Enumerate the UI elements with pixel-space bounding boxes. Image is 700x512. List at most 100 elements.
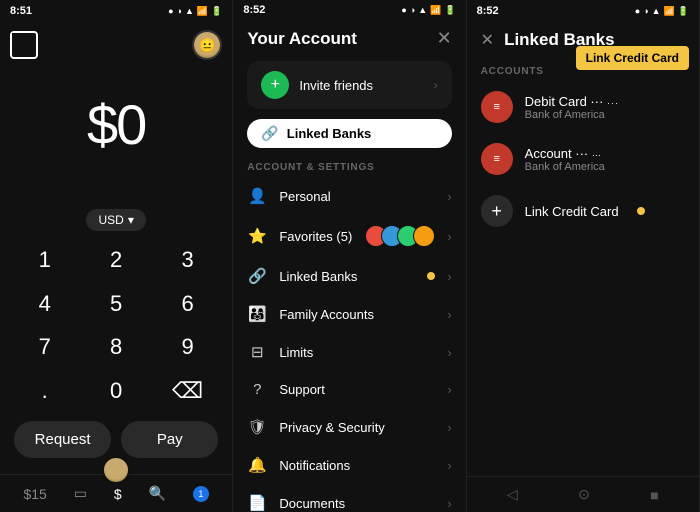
key-decimal[interactable]: . <box>10 372 79 410</box>
signal-icon: ● <box>168 6 173 16</box>
bottom-nav-3: ◁ ⊙ ■ <box>467 476 699 512</box>
support-arrow: › <box>447 382 451 397</box>
menu-linked-banks[interactable]: 🔗 Linked Banks › <box>233 257 465 295</box>
menu-limits[interactable]: ⊟ Limits › <box>233 333 465 371</box>
status-bar-2: 8:52 ● ◑ ▲ 📶 🔋 <box>233 0 465 20</box>
currency-button[interactable]: USD ▾ <box>86 209 145 231</box>
documents-arrow: › <box>447 496 451 511</box>
invite-arrow: › <box>434 78 438 92</box>
invite-card: + Invite friends › <box>247 61 451 109</box>
menu-privacy[interactable]: 🛡 Privacy & Security › <box>233 408 465 446</box>
masked-dots-1: ··· <box>607 98 619 108</box>
card-icon[interactable]: ▭ <box>74 485 87 502</box>
key-0[interactable]: 0 <box>81 372 150 410</box>
key-5[interactable]: 5 <box>81 285 150 323</box>
network-icon: 📶 <box>197 6 208 17</box>
link-cc-text: Link Credit Card <box>525 204 619 219</box>
debit-card-sub: Bank of America <box>525 109 685 121</box>
request-button[interactable]: Request <box>14 421 111 458</box>
status-icons-3: ● ◑ ▲ 📶 🔋 <box>635 6 689 17</box>
limits-label: Limits <box>279 345 435 360</box>
key-4[interactable]: 4 <box>10 285 79 323</box>
person-icon: 👤 <box>247 187 267 205</box>
panel-main: 8:51 ● ◑ ▲ 📶 🔋 😐 $0 USD ▾ <box>0 0 233 512</box>
amount-display: $0 <box>87 92 145 157</box>
status-icons-1: ● ◑ ▲ 📶 🔋 <box>168 6 222 17</box>
amount-text: $0 <box>87 93 145 156</box>
menu-support[interactable]: ? Support › <box>233 371 465 408</box>
support-label: Support <box>279 382 435 397</box>
linked-banks-label: Linked Banks <box>287 126 372 141</box>
linked-banks-pill[interactable]: 🔗 Linked Banks <box>247 119 451 148</box>
menu-personal[interactable]: 👤 Personal › <box>233 177 465 215</box>
linked-banks-menu-label: Linked Banks <box>279 269 409 284</box>
top-row: 😐 <box>10 30 222 60</box>
limits-arrow: › <box>447 345 451 360</box>
battery-icon-3: 🔋 <box>678 6 689 17</box>
location-icon-3: ▲ <box>652 6 661 16</box>
balance-display: $15 <box>23 486 46 502</box>
key-7[interactable]: 7 <box>10 328 79 366</box>
invite-text: Invite friends <box>299 78 373 93</box>
home-icon[interactable]: $ <box>114 486 122 502</box>
currency-label: USD <box>98 213 123 227</box>
battery-icon-2: 🔋 <box>444 5 455 16</box>
location-icon: ▲ <box>185 6 194 16</box>
status-time-2: 8:52 <box>243 4 265 16</box>
documents-label: Documents <box>279 496 435 511</box>
menu-favorites[interactable]: ⭐ Favorites (5) › <box>233 215 465 257</box>
network-icon-2: 📶 <box>430 5 441 16</box>
pay-button[interactable]: Pay <box>121 421 218 458</box>
back-nav-icon-3[interactable]: ◁ <box>507 486 518 503</box>
plus-icon: + <box>481 195 513 227</box>
status-bar-1: 8:51 ● ◑ ▲ 📶 🔋 <box>0 0 232 22</box>
personal-label: Personal <box>279 189 435 204</box>
profile-avatar[interactable]: 😐 <box>192 30 222 60</box>
link-cc-dot <box>637 207 645 215</box>
close-button[interactable]: ✕ <box>437 28 452 49</box>
link-credit-card-item[interactable]: + Link Credit Card <box>467 185 699 237</box>
wifi-icon: ◑ <box>177 6 182 16</box>
network-icon-3: 📶 <box>664 6 675 17</box>
menu-documents[interactable]: 📄 Documents › <box>233 484 465 512</box>
family-arrow: › <box>447 307 451 322</box>
chevron-down-icon: ▾ <box>128 213 134 227</box>
link-credit-card-callout: Link Credit Card <box>576 46 689 70</box>
limits-icon: ⊟ <box>247 343 267 361</box>
bank-logo-1: ≡ <box>493 101 499 113</box>
battery-icon: 🔋 <box>211 6 222 17</box>
linked-banks-arrow: › <box>447 269 451 284</box>
bank-logo-2: ≡ <box>493 153 499 165</box>
debit-card-item: ≡ Debit Card ··· ··· Bank of America <box>467 81 699 133</box>
menu-notifications[interactable]: 🔔 Notifications › <box>233 446 465 484</box>
key-backspace[interactable]: ⌫ <box>153 372 222 410</box>
key-6[interactable]: 6 <box>153 285 222 323</box>
key-1[interactable]: 1 <box>10 241 79 279</box>
scan-icon[interactable] <box>10 31 38 59</box>
menu-family[interactable]: 👨‍👩‍👧 Family Accounts › <box>233 295 465 333</box>
callout-text: Link Credit Card <box>586 51 679 65</box>
linked-banks-dot <box>427 272 435 280</box>
linked-banks-container: 🔗 Linked Banks <box>233 113 465 154</box>
debit-bank-icon: ≡ <box>481 91 513 123</box>
status-bar-3: 8:52 ● ◑ ▲ 📶 🔋 <box>467 0 699 22</box>
key-3[interactable]: 3 <box>153 241 222 279</box>
back-button[interactable]: ✕ <box>481 30 494 50</box>
privacy-label: Privacy & Security <box>279 420 435 435</box>
invite-icon: + <box>261 71 289 99</box>
status-time-1: 8:51 <box>10 5 32 17</box>
panel-linked-banks: 8:52 ● ◑ ▲ 📶 🔋 ✕ Linked Banks Link Credi… <box>467 0 700 512</box>
favorites-label: Favorites (5) <box>279 229 353 244</box>
key-2[interactable]: 2 <box>81 241 150 279</box>
home-nav-icon-3[interactable]: ⊙ <box>578 486 590 503</box>
location-icon-2: ▲ <box>418 5 427 15</box>
key-8[interactable]: 8 <box>81 328 150 366</box>
recents-nav-icon-3[interactable]: ■ <box>650 487 658 503</box>
notifications-label: Notifications <box>279 458 435 473</box>
key-9[interactable]: 9 <box>153 328 222 366</box>
signal-icon-3: ● <box>635 6 640 16</box>
notification-badge[interactable]: 1 <box>193 486 209 502</box>
search-icon[interactable]: 🔍 <box>149 485 166 502</box>
wifi-icon-2: ◑ <box>410 5 415 15</box>
debit-card-name: Debit Card ··· ··· <box>525 94 685 109</box>
